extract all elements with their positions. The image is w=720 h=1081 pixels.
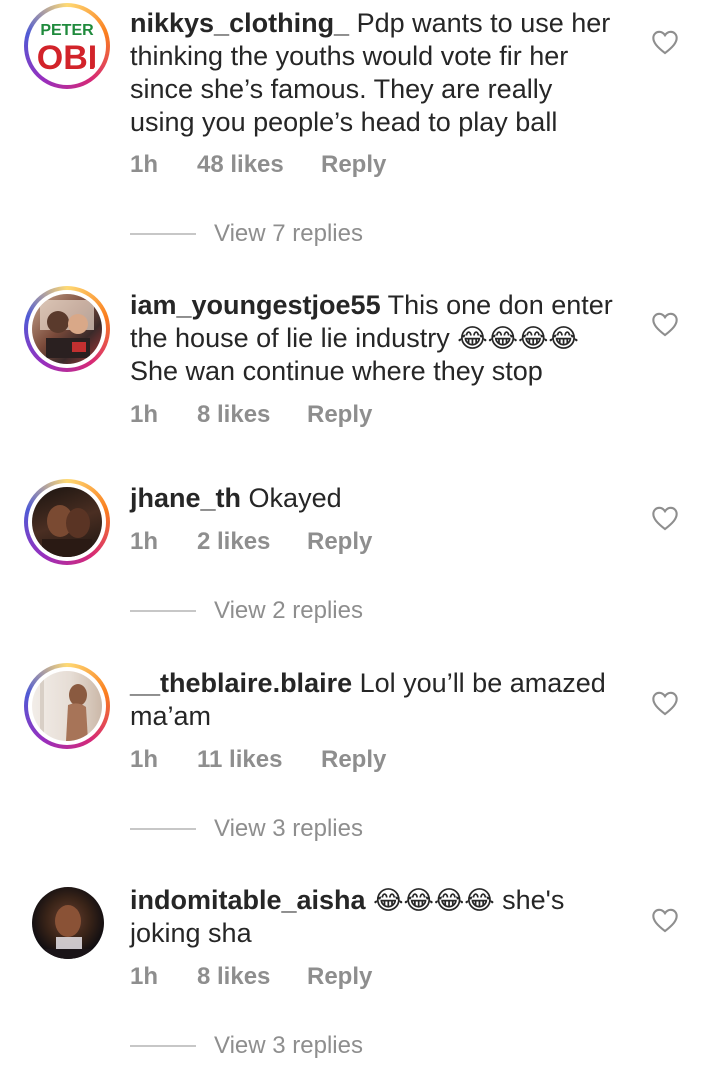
laughing-emojis: 😂😂😂😂 <box>373 885 495 915</box>
comment-body: indomitable_aisha 😂😂😂😂 she's joking sha <box>130 884 620 950</box>
comment-username[interactable]: iam_youngestjoe55 <box>130 290 381 320</box>
avatar: PETER OBI <box>32 11 102 81</box>
avatar-logo-top-text: PETER <box>40 22 94 39</box>
avatar-ring[interactable] <box>24 663 110 749</box>
comment-meta: 1h 48 likes Reply <box>130 151 386 179</box>
view-replies-label: View 3 replies <box>214 815 363 842</box>
comment-username[interactable]: __theblaire.blaire <box>130 668 352 698</box>
comment-meta: 1h 8 likes Reply <box>130 963 372 991</box>
avatar-ring[interactable] <box>24 479 110 565</box>
comment-time: 1h <box>130 528 159 555</box>
comment-meta: 1h 11 likes Reply <box>130 746 386 774</box>
avatar <box>32 294 102 364</box>
divider-line <box>130 828 196 830</box>
avatar <box>32 671 102 741</box>
avatar-photo <box>40 300 94 358</box>
view-replies-button[interactable]: View 7 replies <box>130 220 363 248</box>
view-replies-button[interactable]: View 2 replies <box>130 597 363 625</box>
reply-button[interactable]: Reply <box>321 151 386 179</box>
comment-likes[interactable]: 48 likes <box>197 151 321 179</box>
view-replies-button[interactable]: View 3 replies <box>130 815 363 843</box>
comment-likes[interactable]: 8 likes <box>197 963 307 991</box>
comment-username[interactable]: nikkys_clothing_ <box>130 8 349 38</box>
view-replies-label: View 2 replies <box>214 597 363 624</box>
reply-button[interactable]: Reply <box>307 963 372 991</box>
comment-body: jhane_th Okayed <box>130 482 620 515</box>
comment-likes[interactable]: 2 likes <box>197 528 307 556</box>
comment-time: 1h <box>130 151 159 178</box>
peter-obi-logo: PETER OBI <box>32 11 102 81</box>
comment-likes[interactable]: 11 likes <box>197 746 321 774</box>
avatar-ring[interactable]: PETER OBI <box>24 3 110 89</box>
divider-line <box>130 233 196 235</box>
avatar-logo-bottom-text: OBI <box>37 39 97 77</box>
comment-body: __theblaire.blaire Lol you’ll be amazed … <box>130 667 620 733</box>
comment-text: Okayed <box>248 483 342 513</box>
avatar-photo <box>32 905 104 959</box>
reply-button[interactable]: Reply <box>321 746 386 774</box>
like-heart-icon[interactable] <box>651 311 679 337</box>
avatar <box>32 487 102 557</box>
divider-line <box>130 1045 196 1047</box>
comment-text-continued: She wan continue where they stop <box>130 356 543 386</box>
like-heart-icon[interactable] <box>651 907 679 933</box>
avatar-photo <box>40 679 88 741</box>
like-heart-icon[interactable] <box>651 690 679 716</box>
comment-likes[interactable]: 8 likes <box>197 401 307 429</box>
avatar-photo <box>42 505 92 557</box>
comment-body: iam_youngestjoe55 This one don enter the… <box>130 289 620 388</box>
comment-username[interactable]: indomitable_aisha <box>130 885 366 915</box>
like-heart-icon[interactable] <box>651 29 679 55</box>
comment-time: 1h <box>130 963 159 990</box>
comment-meta: 1h 8 likes Reply <box>130 401 372 429</box>
laughing-emojis: 😂😂😂😂 <box>457 323 579 353</box>
view-replies-button[interactable]: View 3 replies <box>130 1032 363 1060</box>
comment-body: nikkys_clothing_ Pdp wants to use her th… <box>130 7 620 139</box>
reply-button[interactable]: Reply <box>307 528 372 556</box>
divider-line <box>130 610 196 612</box>
reply-button[interactable]: Reply <box>307 401 372 429</box>
avatar-ring[interactable] <box>24 286 110 372</box>
comment-meta: 1h 2 likes Reply <box>130 528 372 556</box>
comment-username[interactable]: jhane_th <box>130 483 241 513</box>
view-replies-label: View 7 replies <box>214 220 363 247</box>
like-heart-icon[interactable] <box>651 505 679 531</box>
avatar[interactable] <box>32 887 104 959</box>
comment-time: 1h <box>130 746 159 773</box>
view-replies-label: View 3 replies <box>214 1032 363 1059</box>
comment-time: 1h <box>130 401 159 428</box>
